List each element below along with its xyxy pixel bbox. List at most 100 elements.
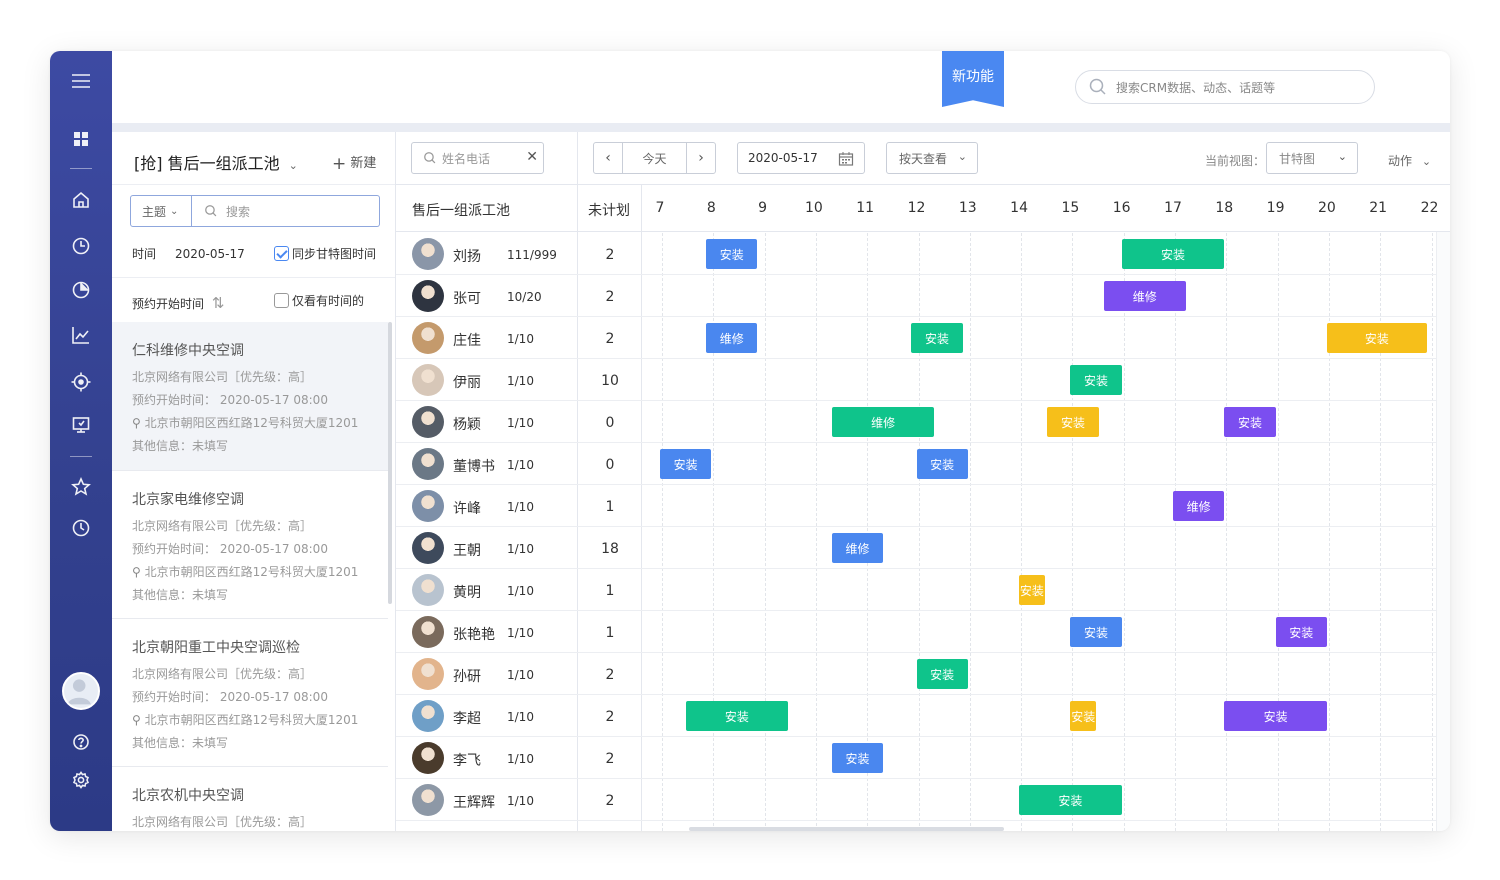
pool-title[interactable]: [抢] 售后一组派工池 ⌄ (134, 150, 298, 174)
technician-name[interactable]: 李超 (453, 708, 481, 728)
view-by-select[interactable]: 按天查看 ⌄ (886, 142, 978, 174)
technician-load: 1/10 (507, 500, 534, 514)
sync-gantt-checkbox[interactable]: 同步甘特图时间 (274, 245, 376, 262)
gantt-vertical-scrollbar[interactable] (1436, 232, 1450, 831)
task-bar[interactable]: 安装 (706, 239, 758, 269)
clear-icon[interactable]: ✕ (526, 149, 538, 165)
task-bar[interactable]: 安装 (660, 449, 712, 479)
hour-label: 8 (706, 200, 716, 216)
technician-name[interactable]: 王朝 (453, 540, 481, 560)
technician-name[interactable]: 李飞 (453, 750, 481, 770)
technician-name[interactable]: 董博书 (453, 456, 495, 476)
time-value[interactable]: 2020-05-17 (175, 247, 245, 261)
task-bar[interactable]: 安装 (1047, 407, 1099, 437)
filter-select-value: 主题 (142, 204, 167, 219)
technician-avatar[interactable] (412, 616, 444, 648)
gantt-row: 黄明 1/10 1 安装 (396, 569, 1436, 611)
technician-avatar[interactable] (412, 322, 444, 354)
technician-name[interactable]: 张艳艳 (453, 624, 495, 644)
technician-avatar[interactable] (412, 364, 444, 396)
next-day-button[interactable]: › (686, 143, 715, 173)
task-bar[interactable]: 安装 (1019, 785, 1122, 815)
action-menu[interactable]: 动作 ⌄ (1388, 152, 1431, 169)
target-icon[interactable] (67, 368, 95, 396)
task-bar[interactable]: 维修 (706, 323, 758, 353)
clock-icon[interactable] (67, 232, 95, 260)
technician-avatar[interactable] (412, 532, 444, 564)
home-icon[interactable] (67, 186, 95, 214)
work-order-card[interactable]: 北京家电维修空调 北京网络有限公司［优先级：高］ 预约开始时间： 2020-05… (112, 470, 388, 618)
new-button[interactable]: + 新建 (332, 152, 376, 174)
technician-avatar[interactable] (412, 742, 444, 774)
task-bar[interactable]: 安装 (1019, 575, 1045, 605)
task-bar[interactable]: 安装 (1275, 617, 1327, 647)
task-bar[interactable]: 安装 (916, 449, 968, 479)
technician-name[interactable]: 王辉辉 (453, 792, 495, 812)
technician-avatar[interactable] (412, 574, 444, 606)
filter-select[interactable]: 主题 ⌄ (130, 195, 192, 227)
menu-icon[interactable] (67, 67, 95, 95)
apps-icon[interactable] (67, 125, 95, 153)
card-address: ⚲ 北京市朝阳区西红路12号科贸大厦1201 (132, 713, 359, 727)
technician-name[interactable]: 杨颖 (453, 414, 481, 434)
name-phone-search[interactable]: 姓名电话 ✕ (411, 142, 544, 174)
screen-icon[interactable] (67, 411, 95, 439)
technician-avatar[interactable] (412, 658, 444, 690)
prev-day-button[interactable]: ‹ (594, 143, 623, 173)
technician-avatar[interactable] (412, 490, 444, 522)
task-bar[interactable]: 维修 (1173, 491, 1225, 521)
history-icon[interactable] (67, 514, 95, 542)
task-bar[interactable]: 安装 (1326, 323, 1427, 353)
pool-column-header: 售后一组派工池 (412, 203, 510, 219)
help-icon[interactable] (67, 728, 95, 756)
unplanned-count: 2 (605, 667, 615, 683)
gantt-horizontal-scrollbar[interactable] (689, 827, 1004, 831)
work-order-card[interactable]: 北京朝阳重工中央空调巡检 北京网络有限公司［优先级：高］ 预约开始时间： 202… (112, 618, 388, 766)
star-icon[interactable] (67, 473, 95, 501)
global-search-input[interactable]: 搜索CRM数据、动态、话题等 (1075, 70, 1375, 104)
line-chart-icon[interactable] (67, 321, 95, 349)
task-bar[interactable]: 安装 (831, 743, 884, 773)
task-bar[interactable]: 安装 (1224, 701, 1327, 731)
current-view-select[interactable]: 甘特图 ⌄ (1266, 142, 1358, 174)
work-order-card[interactable]: 北京农机中央空调 北京网络有限公司［优先级：高］ (112, 766, 388, 831)
technician-name[interactable]: 伊丽 (453, 372, 481, 392)
task-bar[interactable]: 安装 (1224, 407, 1276, 437)
task-bar[interactable]: 维修 (831, 407, 935, 437)
only-timed-checkbox[interactable]: 仅看有时间的 (274, 292, 364, 309)
technician-name[interactable]: 刘扬 (453, 246, 481, 266)
technician-avatar[interactable] (412, 700, 444, 732)
technician-avatar[interactable] (412, 280, 444, 312)
gantt-row: 王朝 1/10 18 维修 (396, 527, 1436, 569)
user-avatar[interactable] (62, 672, 100, 710)
sort-by-start-time[interactable]: 预约开始时间 ⇅ (132, 294, 224, 312)
task-bar[interactable]: 安装 (1121, 239, 1225, 269)
task-bar[interactable]: 安装 (911, 323, 963, 353)
technician-avatar[interactable] (412, 784, 444, 816)
technician-avatar[interactable] (412, 448, 444, 480)
technician-name[interactable]: 孙研 (453, 666, 481, 686)
date-picker[interactable]: 2020-05-17 (737, 142, 865, 174)
task-bar[interactable]: 安装 (1070, 617, 1122, 647)
pool-search-input[interactable]: 搜索 (192, 195, 380, 227)
technician-avatar[interactable] (412, 406, 444, 438)
pie-chart-icon[interactable] (67, 276, 95, 304)
task-bar[interactable]: 安装 (1070, 701, 1097, 731)
new-button-label: 新建 (350, 156, 377, 171)
task-bar[interactable]: 安装 (685, 701, 789, 731)
task-bar[interactable]: 维修 (1103, 281, 1186, 311)
task-bar[interactable]: 安装 (1070, 365, 1122, 395)
technician-avatar[interactable] (412, 238, 444, 270)
list-scrollbar[interactable] (388, 322, 392, 604)
settings-icon[interactable] (67, 766, 95, 794)
task-bar[interactable]: 维修 (831, 533, 884, 563)
technician-name[interactable]: 黄明 (453, 582, 481, 602)
technician-load: 1/10 (507, 332, 534, 346)
today-button[interactable]: 今天 (623, 150, 686, 167)
new-feature-badge[interactable]: 新功能 (942, 51, 1004, 107)
technician-name[interactable]: 庄佳 (453, 330, 481, 350)
work-order-card[interactable]: 仁科维修中央空调 北京网络有限公司［优先级：高］ 预约开始时间： 2020-05… (112, 322, 388, 470)
technician-name[interactable]: 许峰 (453, 498, 481, 518)
technician-name[interactable]: 张可 (453, 288, 481, 308)
task-bar[interactable]: 安装 (916, 659, 968, 689)
